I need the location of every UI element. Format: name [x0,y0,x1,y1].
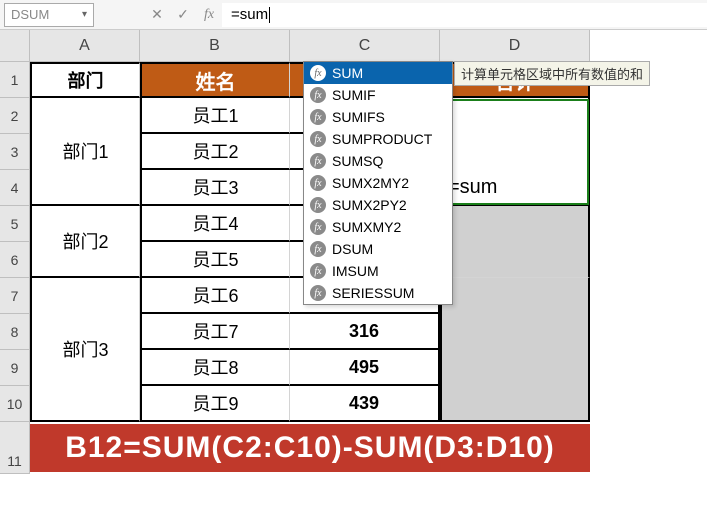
cell-b8[interactable]: 员工7 [140,314,290,350]
fx-badge-icon: fx [310,65,326,81]
row-header-4[interactable]: 4 [0,170,30,206]
row-header-11[interactable]: 11 [0,422,30,474]
formula-input[interactable]: =sum [222,3,707,27]
formula-bar: DSUM ▾ ✕ ✓ fx =sum [0,0,707,30]
fx-icon[interactable]: fx [196,2,222,28]
row-header-1[interactable]: 1 [0,62,30,98]
autocomplete-item[interactable]: fx SUMSQ [304,150,452,172]
row-header-6[interactable]: 6 [0,242,30,278]
cell-a1[interactable]: 部门 [30,62,140,98]
row-header-3[interactable]: 3 [0,134,30,170]
fx-badge-icon: fx [310,197,326,213]
cell-b1[interactable]: 姓名 [140,62,290,98]
fx-badge-icon: fx [310,175,326,191]
cell-c8[interactable]: 316 [290,314,440,350]
col-header-b[interactable]: B [140,30,290,62]
formula-input-text: =sum [231,6,268,23]
row-header-8[interactable]: 8 [0,314,30,350]
autocomplete-label: SERIESSUM [332,285,414,301]
autocomplete-label: DSUM [332,241,373,257]
autocomplete-label: SUM [332,65,363,81]
autocomplete-item[interactable]: fx SUMX2PY2 [304,194,452,216]
row-header-5[interactable]: 5 [0,206,30,242]
autocomplete-label: SUMPRODUCT [332,131,432,147]
chevron-down-icon[interactable]: ▾ [82,9,87,20]
cell-d4[interactable]: =sum [440,170,590,206]
autocomplete-item[interactable]: fx DSUM [304,238,452,260]
autocomplete-label: SUMX2MY2 [332,175,409,191]
function-tooltip: 计算单元格区域中所有数值的和 [454,61,650,86]
cell-b4[interactable]: 员工3 [140,170,290,206]
col-header-a[interactable]: A [30,30,140,62]
autocomplete-item[interactable]: fx SERIESSUM [304,282,452,304]
function-autocomplete-dropdown[interactable]: fx SUM fx SUMIF fx SUMIFS fx SUMPRODUCT fx SU… [303,61,453,305]
autocomplete-item[interactable]: fx SUMXMY2 [304,216,452,238]
row-header-9[interactable]: 9 [0,350,30,386]
cell-a5-merged[interactable]: 部门2 [30,206,140,278]
fx-badge-icon: fx [310,263,326,279]
row-headers: 1 2 3 4 5 6 7 8 9 10 11 [0,62,30,474]
autocomplete-item[interactable]: fx SUM [304,62,452,84]
cell-b6[interactable]: 员工5 [140,242,290,278]
autocomplete-label: SUMIF [332,87,376,103]
autocomplete-item[interactable]: fx IMSUM [304,260,452,282]
row-header-2[interactable]: 2 [0,98,30,134]
autocomplete-item[interactable]: fx SUMX2MY2 [304,172,452,194]
cell-a7-merged[interactable]: 部门3 [30,278,140,422]
cell-c10[interactable]: 439 [290,386,440,422]
annotation-formula: B12=SUM(C2:C10)-SUM(D3:D10) [30,424,590,472]
fx-badge-icon: fx [310,153,326,169]
cancel-formula-button[interactable]: ✕ [144,2,170,28]
fx-badge-icon: fx [310,131,326,147]
cell-b10[interactable]: 员工9 [140,386,290,422]
fx-badge-icon: fx [310,219,326,235]
autocomplete-label: SUMIFS [332,109,385,125]
column-headers: A B C D [30,30,590,62]
name-box[interactable]: DSUM ▾ [4,3,94,27]
fx-badge-icon: fx [310,285,326,301]
cell-c9[interactable]: 495 [290,350,440,386]
cell-b9[interactable]: 员工8 [140,350,290,386]
autocomplete-item[interactable]: fx SUMPRODUCT [304,128,452,150]
cell-b3[interactable]: 员工2 [140,134,290,170]
col-header-c[interactable]: C [290,30,440,62]
cell-a2-merged[interactable]: 部门1 [30,98,140,206]
autocomplete-label: SUMXMY2 [332,219,401,235]
fx-badge-icon: fx [310,109,326,125]
accept-formula-button[interactable]: ✓ [170,2,196,28]
name-box-value: DSUM [11,7,49,22]
row-header-7[interactable]: 7 [0,278,30,314]
fx-badge-icon: fx [310,87,326,103]
cell-b7[interactable]: 员工6 [140,278,290,314]
autocomplete-label: SUMSQ [332,153,383,169]
cell-b2[interactable]: 员工1 [140,98,290,134]
autocomplete-item[interactable]: fx SUMIFS [304,106,452,128]
autocomplete-item[interactable]: fx SUMIF [304,84,452,106]
row-header-10[interactable]: 10 [0,386,30,422]
col-header-d[interactable]: D [440,30,590,62]
fx-badge-icon: fx [310,241,326,257]
select-all-corner[interactable] [0,30,30,62]
autocomplete-label: IMSUM [332,263,379,279]
cell-b5[interactable]: 员工4 [140,206,290,242]
autocomplete-label: SUMX2PY2 [332,197,407,213]
